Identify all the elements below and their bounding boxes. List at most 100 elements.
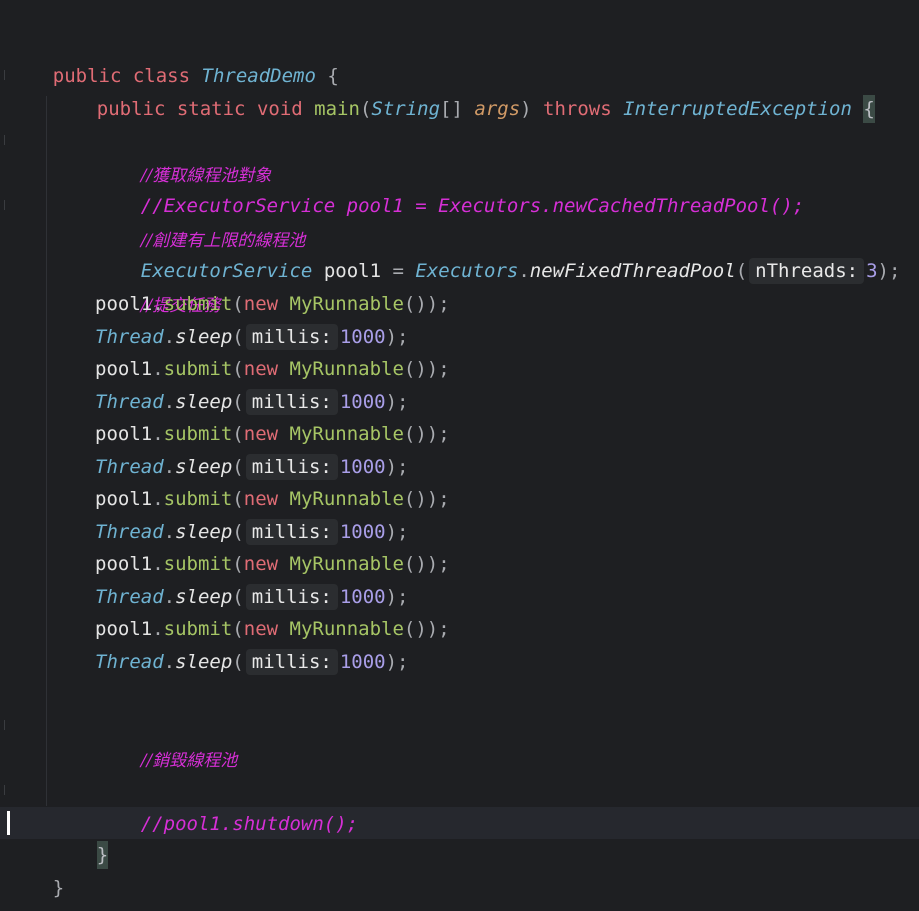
paren: (: [232, 618, 244, 640]
operator: =: [392, 260, 404, 282]
class-name: Executors: [415, 260, 519, 282]
paren: (: [232, 326, 244, 348]
keyword: new: [243, 423, 279, 445]
number-literal: 1000: [339, 391, 386, 413]
code-line[interactable]: //ExecutorService pool1 = Executors.newC…: [95, 158, 804, 217]
indent-guide: [46, 96, 47, 806]
type-name: String: [371, 98, 441, 120]
code-line[interactable]: pool1.submit(new MyRunnable());: [95, 288, 450, 320]
dot: .: [152, 553, 164, 575]
dot: .: [163, 521, 176, 543]
brackets: []: [440, 98, 463, 120]
fold-marker[interactable]: [0, 135, 5, 145]
paren: ());: [403, 358, 450, 380]
paren: (: [232, 423, 244, 445]
paren: );: [385, 326, 409, 348]
param-hint: millis:: [245, 584, 338, 610]
param-hint: millis:: [245, 454, 338, 480]
variable: pool1: [323, 260, 382, 282]
code-line[interactable]: pool1.submit(new MyRunnable());: [95, 548, 450, 580]
fold-marker[interactable]: [0, 720, 5, 730]
code-line[interactable]: Thread.sleep(millis: 1000);: [95, 581, 408, 613]
fold-marker[interactable]: [0, 785, 5, 795]
method-name: submit: [163, 358, 233, 380]
method-name: sleep: [175, 456, 233, 478]
paren: );: [385, 651, 409, 673]
code-line[interactable]: Thread.sleep(millis: 1000);: [95, 646, 408, 678]
brace-highlight: }: [96, 841, 109, 869]
paren: (: [232, 521, 244, 543]
class-name: MyRunnable: [289, 293, 404, 315]
code-line[interactable]: pool1.submit(new MyRunnable());: [95, 418, 450, 450]
code-line[interactable]: pool1.submit(new MyRunnable());: [95, 353, 450, 385]
method-name: sleep: [175, 651, 233, 673]
fold-marker[interactable]: [0, 70, 5, 80]
variable: pool1: [95, 488, 153, 510]
param-hint: millis:: [245, 324, 338, 350]
variable: pool1: [95, 553, 153, 575]
class-name: MyRunnable: [289, 553, 404, 575]
class-name: Thread: [95, 391, 164, 413]
dot: .: [152, 358, 164, 380]
dot: .: [163, 391, 176, 413]
dot: .: [152, 488, 164, 510]
code-line[interactable]: ExecutorService pool1 = Executors.newFix…: [95, 223, 900, 284]
keyword: new: [243, 553, 279, 575]
method-name: sleep: [175, 586, 233, 608]
code-line[interactable]: public static void main(String[] args) t…: [51, 61, 875, 123]
code-line[interactable]: //創建有上限的線程池: [95, 192, 305, 251]
code-line[interactable]: Thread.sleep(millis: 1000);: [95, 451, 408, 483]
code-line[interactable]: public class ThreadDemo {: [7, 28, 339, 87]
keyword: public: [96, 98, 166, 120]
type-name: InterruptedException: [623, 98, 852, 120]
method-name: newFixedThreadPool: [529, 260, 736, 282]
code-line[interactable]: Thread.sleep(millis: 1000);: [95, 321, 408, 353]
paren: (: [735, 260, 748, 282]
class-name: MyRunnable: [289, 488, 404, 510]
param-hint: millis:: [245, 649, 338, 675]
variable: pool1: [95, 423, 153, 445]
keyword: void: [256, 98, 303, 120]
number-literal: 3: [866, 260, 878, 282]
param-hint: millis:: [245, 389, 338, 415]
method-name: submit: [163, 618, 233, 640]
variable: pool1: [95, 618, 153, 640]
code-line[interactable]: pool1.submit(new MyRunnable());: [95, 613, 450, 645]
class-name: Thread: [95, 651, 164, 673]
class-name: Thread: [95, 521, 164, 543]
paren: );: [385, 456, 409, 478]
dot: .: [163, 651, 176, 673]
method-name: main: [314, 98, 360, 120]
code-line[interactable]: Thread.sleep(millis: 1000);: [95, 516, 408, 548]
method-name: submit: [163, 488, 233, 510]
code-line[interactable]: //pool1.shutdown();: [95, 776, 358, 835]
code-line[interactable]: }: [51, 807, 109, 869]
class-name: MyRunnable: [289, 358, 404, 380]
keyword: static: [176, 98, 246, 120]
code-line[interactable]: //銷毀線程池: [95, 712, 237, 771]
keyword: new: [243, 618, 279, 640]
number-literal: 1000: [339, 456, 386, 478]
paren: );: [877, 260, 901, 282]
dot: .: [163, 586, 176, 608]
dot: .: [152, 423, 164, 445]
paren: ());: [403, 423, 450, 445]
paren: (: [359, 98, 372, 120]
number-literal: 1000: [339, 521, 386, 543]
param-hint: millis:: [245, 519, 338, 545]
class-name: Thread: [95, 586, 164, 608]
paren: );: [385, 586, 409, 608]
number-literal: 1000: [339, 586, 386, 608]
code-line[interactable]: Thread.sleep(millis: 1000);: [95, 386, 408, 418]
class-name: Thread: [95, 326, 164, 348]
dot: .: [163, 326, 176, 348]
code-line[interactable]: }: [7, 840, 64, 899]
code-editor[interactable]: public class ThreadDemo { public static …: [0, 0, 919, 911]
paren: ): [520, 98, 532, 120]
keyword: new: [243, 358, 279, 380]
code-line[interactable]: //提交任務: [95, 257, 220, 316]
fold-marker[interactable]: [0, 200, 5, 210]
paren: ());: [403, 488, 450, 510]
code-line[interactable]: pool1.submit(new MyRunnable());: [95, 483, 450, 515]
code-line[interactable]: //獲取線程池對象: [95, 127, 271, 186]
